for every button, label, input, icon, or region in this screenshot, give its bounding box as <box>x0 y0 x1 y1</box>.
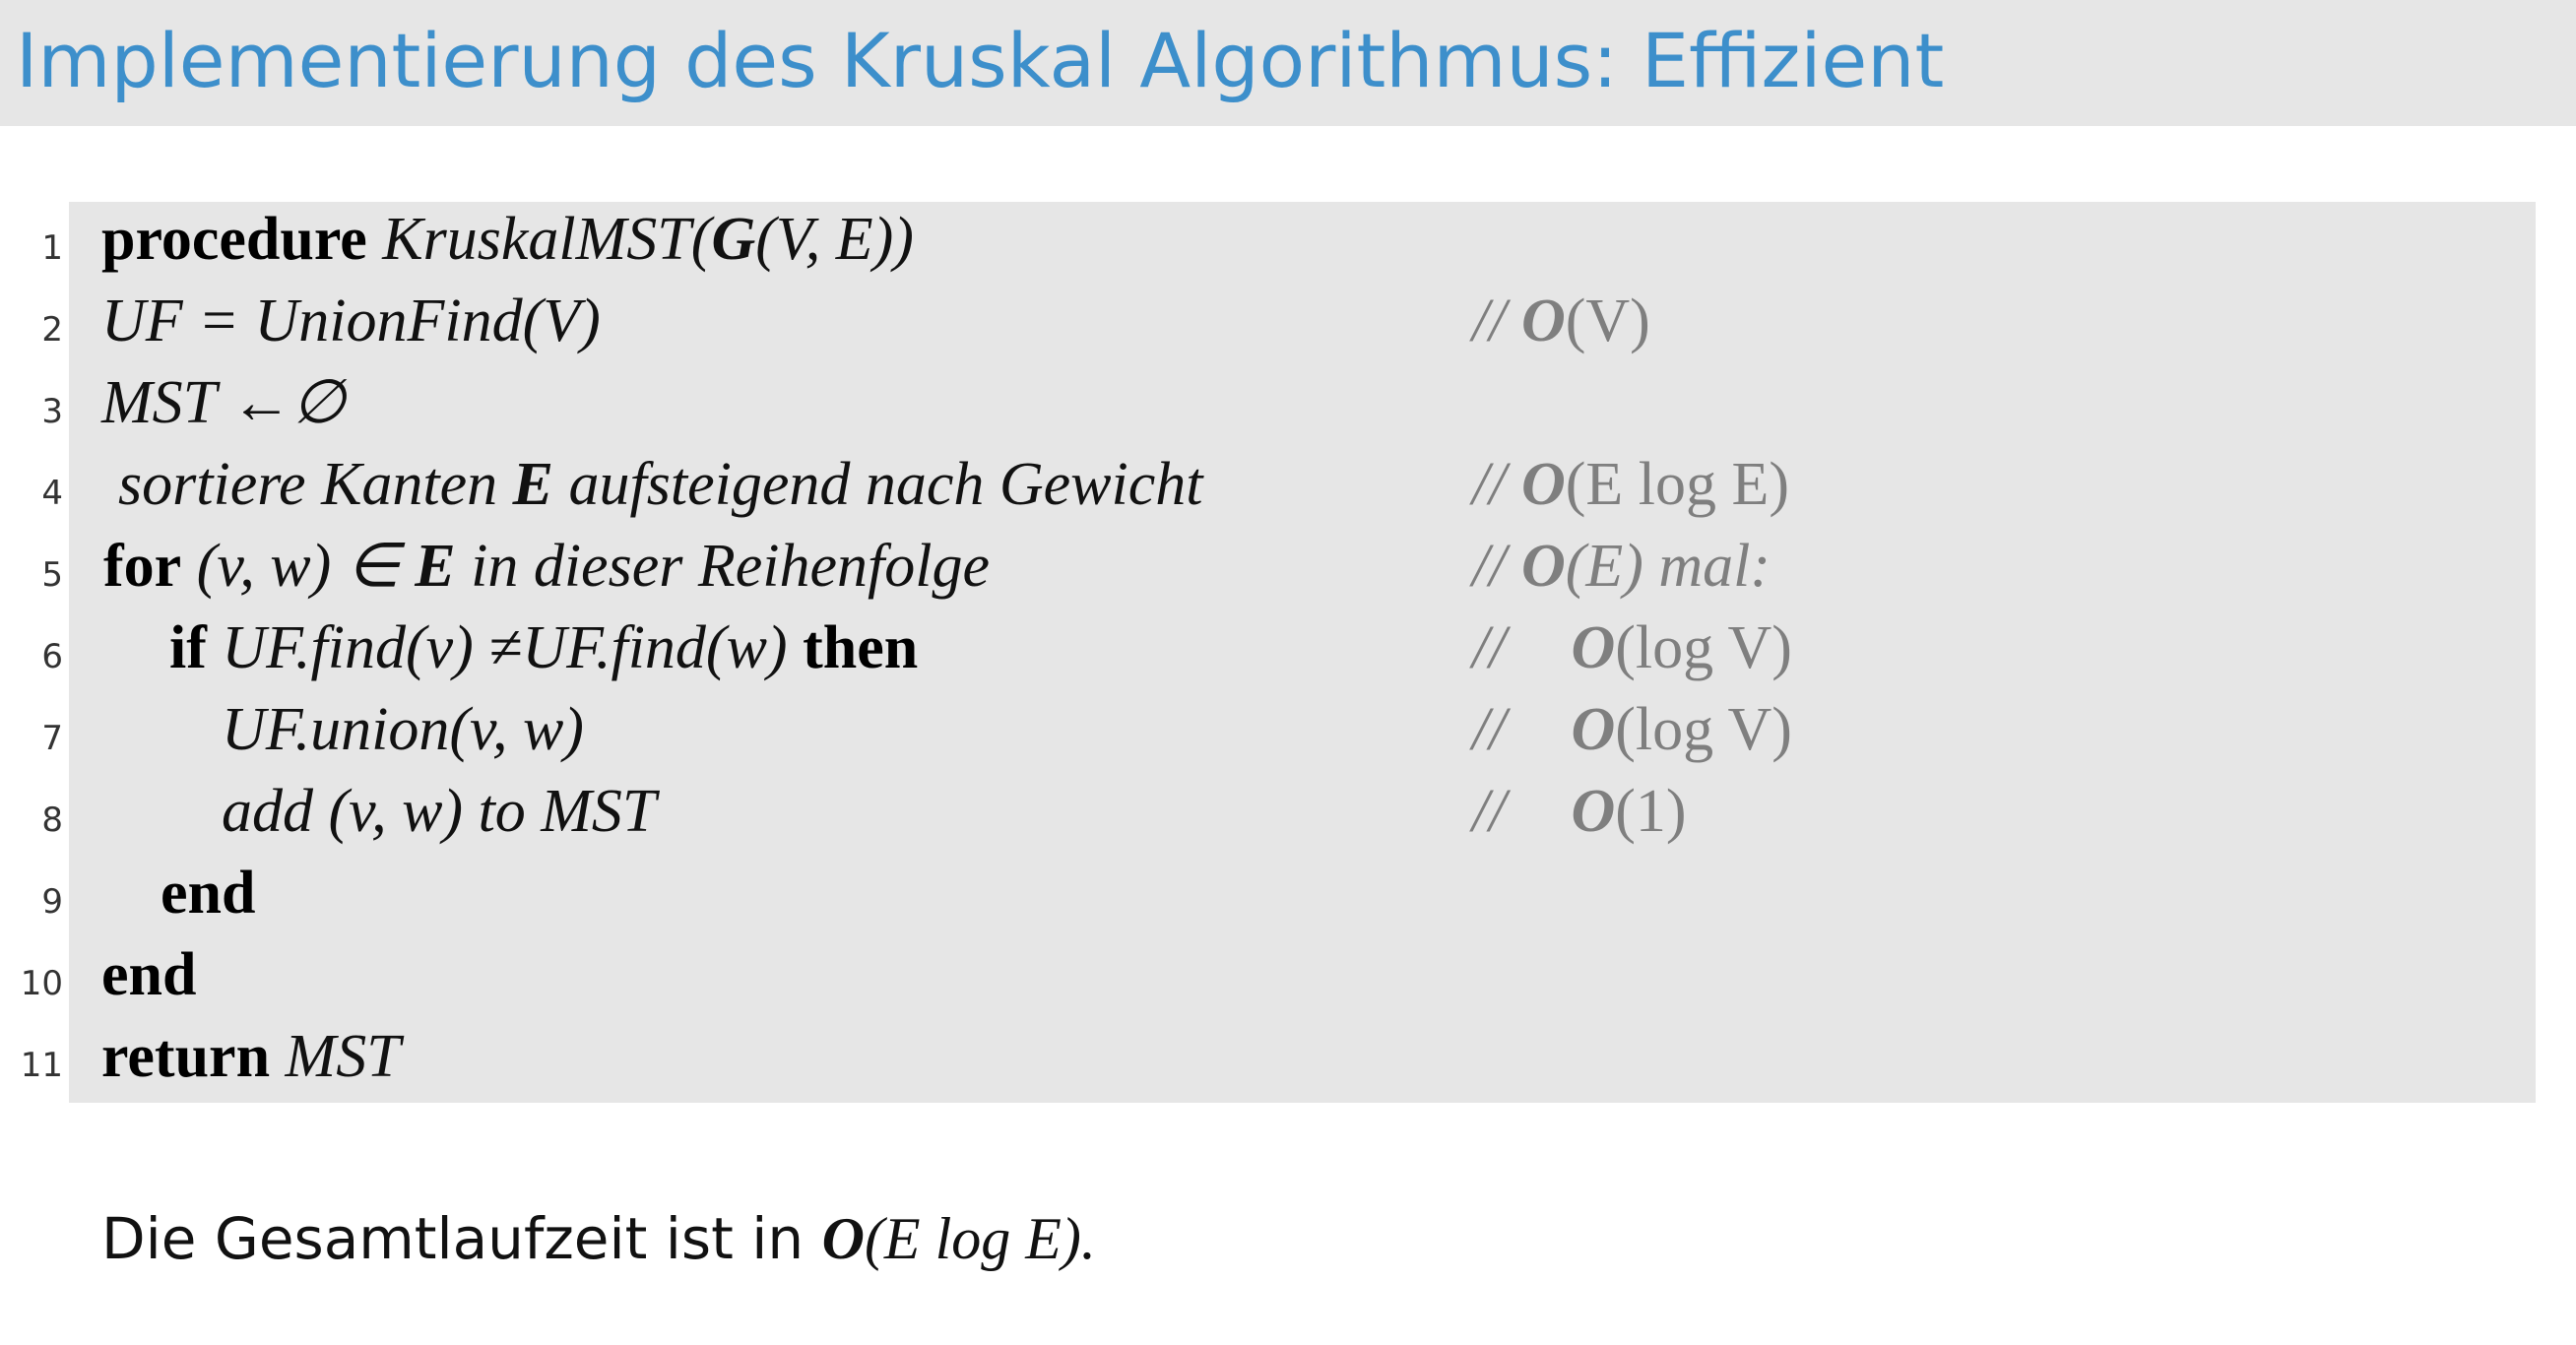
code-part: aufsteigend nach Gewicht <box>553 451 1203 518</box>
big-o: O <box>1571 778 1616 845</box>
complexity-comment: // O(V) <box>1472 281 1650 362</box>
keyword-if: if <box>169 614 207 681</box>
code-line-4: 4 sortiere Kanten E aufsteigend nach Gew… <box>0 444 2576 526</box>
complexity-term: (log V) <box>1615 696 1792 763</box>
code-line-9: 9 end <box>0 853 2576 934</box>
comment-marker: // <box>1472 696 1507 763</box>
code-line-11: 11 return MST <box>0 1016 2576 1098</box>
line-number: 9 <box>41 882 63 922</box>
code-line-2: 2 UF = UnionFind(V) // O(V) <box>0 281 2576 362</box>
slide-title: Implementierung des Kruskal Algorithmus:… <box>16 17 1945 104</box>
big-o: O <box>1520 451 1566 518</box>
big-o: O <box>821 1206 865 1271</box>
code-line-6: 6 if UF.find(v) ≠UF.find(w) then // O(log… <box>0 608 2576 689</box>
code-line-10: 10 end <box>0 934 2576 1016</box>
big-o: O <box>1571 614 1616 681</box>
big-o: O <box>1520 288 1566 354</box>
code-text: if UF.find(v) ≠UF.find(w) then <box>169 608 918 689</box>
runtime-summary: Die Gesamtlaufzeit ist in O(E log E). <box>101 1205 1096 1273</box>
keyword-end: end <box>161 860 256 927</box>
graph-symbol: G <box>711 206 756 273</box>
comment-marker: // <box>1472 614 1507 681</box>
keyword-then: then <box>803 614 919 681</box>
comment-marker: // <box>1472 533 1507 600</box>
complexity-comment: // O(1) <box>1472 771 1687 853</box>
code-line-3: 3 MST ←∅ <box>0 362 2576 444</box>
code-text: add (v, w) to MST <box>222 778 657 845</box>
comment-marker: // <box>1472 451 1507 518</box>
code-line-1: 1 procedure KruskalMST(G(V, E)) <box>0 199 2576 281</box>
complexity-term: (E) mal: <box>1565 533 1771 600</box>
code-text: UF.union(v, w) <box>222 696 584 763</box>
line-number: 8 <box>41 801 63 840</box>
code-text: for (v, w) ∈ E in dieser Reihenfolge <box>103 526 990 608</box>
procedure-args: (V, E)) <box>755 206 914 273</box>
line-number: 10 <box>20 964 63 1003</box>
complexity-term: (log V) <box>1615 614 1792 681</box>
code-text: UF = UnionFind(V) <box>101 288 601 354</box>
code-part: in dieser Reihenfolge <box>455 533 990 600</box>
line-number: 4 <box>41 474 63 513</box>
keyword-for: for <box>103 533 182 600</box>
title-bar: Implementierung des Kruskal Algorithmus:… <box>0 0 2576 126</box>
edges-symbol: E <box>415 533 456 600</box>
big-o: O <box>1520 533 1566 600</box>
code-text: return MST <box>101 1016 401 1098</box>
line-number: 3 <box>41 392 63 431</box>
code-text: MST ←∅ <box>101 369 346 436</box>
complexity-term: (V) <box>1565 288 1650 354</box>
edges-symbol: E <box>512 451 554 518</box>
complexity-comment: // O(E log E) <box>1472 444 1789 526</box>
summary-text: Die Gesamtlaufzeit ist in <box>101 1205 822 1272</box>
complexity-comment: // O(log V) <box>1472 689 1792 771</box>
line-number: 1 <box>41 228 63 268</box>
comment-marker: // <box>1472 288 1507 354</box>
code-part: MST <box>270 1023 401 1090</box>
code-part: sortiere Kanten <box>118 451 513 518</box>
code-text: procedure KruskalMST(G(V, E)) <box>101 199 914 281</box>
keyword-procedure: procedure <box>101 206 367 273</box>
code-part: (v, w) ∈ <box>181 533 416 600</box>
keyword-end: end <box>101 941 197 1008</box>
complexity-comment: // O(E) mal: <box>1472 526 1771 608</box>
big-o: O <box>1571 696 1616 763</box>
code-line-7: 7 UF.union(v, w) // O(log V) <box>0 689 2576 771</box>
line-number: 6 <box>41 637 63 676</box>
line-number: 2 <box>41 310 63 350</box>
comment-marker: // <box>1472 778 1507 845</box>
code-part: UF.find(v) ≠UF.find(w) <box>206 614 804 681</box>
complexity-term: (E log E) <box>1565 451 1789 518</box>
line-number: 11 <box>20 1046 63 1085</box>
complexity-comment: // O(log V) <box>1472 608 1792 689</box>
line-number: 5 <box>41 555 63 595</box>
procedure-name: KruskalMST( <box>382 206 712 273</box>
code-text: sortiere Kanten E aufsteigend nach Gewic… <box>118 444 1203 526</box>
code-line-5: 5 for (v, w) ∈ E in dieser Reihenfolge /… <box>0 526 2576 608</box>
keyword-return: return <box>101 1023 271 1090</box>
code-line-8: 8 add (v, w) to MST // O(1) <box>0 771 2576 853</box>
line-number: 7 <box>41 719 63 758</box>
complexity-term: (1) <box>1615 778 1687 845</box>
summary-term: (E log E). <box>864 1206 1096 1271</box>
